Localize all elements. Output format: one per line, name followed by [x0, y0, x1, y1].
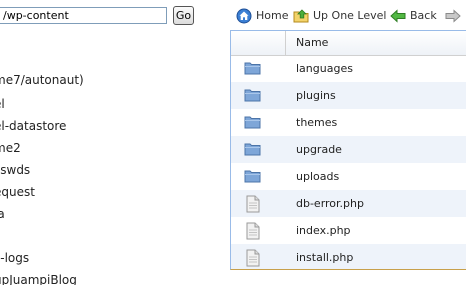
home-icon [236, 8, 252, 24]
file-name: languages [296, 62, 353, 75]
home-button[interactable]: Home [236, 8, 288, 24]
file-name: install.php [296, 251, 354, 264]
up-folder-icon [293, 8, 309, 24]
tree-item[interactable]: s-logs [0, 248, 29, 268]
folder-icon [244, 114, 262, 130]
file-icon [244, 249, 262, 267]
file-name: uploads [296, 170, 340, 183]
file-name: upgrade [296, 143, 342, 156]
folder-icon [244, 141, 262, 157]
tree-item[interactable]: la [0, 204, 5, 224]
path-bar: Go [0, 0, 229, 30]
back-arrow-icon [390, 8, 406, 24]
path-input[interactable] [0, 7, 167, 24]
table-row[interactable]: themes [231, 109, 466, 136]
tree-item[interactable]: me7/autonaut) [0, 70, 84, 90]
table-row[interactable]: install.php [231, 244, 466, 269]
forward-arrow-icon [445, 8, 461, 24]
folder-icon [244, 60, 262, 76]
file-icon [244, 195, 262, 213]
back-button[interactable]: Back [390, 8, 437, 24]
directory-tree-pane: Go me7/autonaut) el el-datastore me2 ssw… [0, 0, 229, 285]
file-toolbar: Home Up One Level Back [229, 0, 466, 30]
folder-icon [244, 87, 262, 103]
table-header: Name [231, 31, 466, 56]
forward-button[interactable] [445, 8, 461, 24]
up-one-level-label: Up One Level [313, 9, 387, 22]
tree-item[interactable]: sswds [0, 160, 30, 180]
table-row[interactable]: index.php [231, 217, 466, 244]
back-label: Back [410, 9, 437, 22]
file-name: db-error.php [296, 197, 364, 210]
name-column-header[interactable]: Name [296, 31, 328, 55]
file-name: themes [296, 116, 338, 129]
home-label: Home [256, 9, 289, 22]
table-row[interactable]: plugins [231, 82, 466, 109]
file-list-table: Name languages plugins themes upgrade up… [230, 30, 466, 270]
up-one-level-button[interactable]: Up One Level [293, 8, 386, 24]
table-row[interactable]: uploads [231, 163, 466, 190]
tree-item[interactable]: upJuampiBlog [0, 270, 77, 285]
folder-icon [244, 168, 262, 184]
go-button[interactable]: Go [173, 6, 194, 25]
icon-column-header[interactable] [231, 31, 286, 55]
tree-item[interactable]: me2 [0, 138, 21, 158]
file-name: plugins [296, 89, 336, 102]
file-icon [244, 222, 262, 240]
tree-item[interactable]: el [0, 94, 5, 114]
table-row[interactable]: languages [231, 55, 466, 82]
tree-item[interactable]: equest [0, 182, 35, 202]
table-row[interactable]: db-error.php [231, 190, 466, 217]
file-browser-pane: Home Up One Level Back Name languages pl… [229, 0, 466, 285]
tree-item[interactable]: el-datastore [0, 116, 66, 136]
table-row[interactable]: upgrade [231, 136, 466, 163]
file-name: index.php [296, 224, 351, 237]
